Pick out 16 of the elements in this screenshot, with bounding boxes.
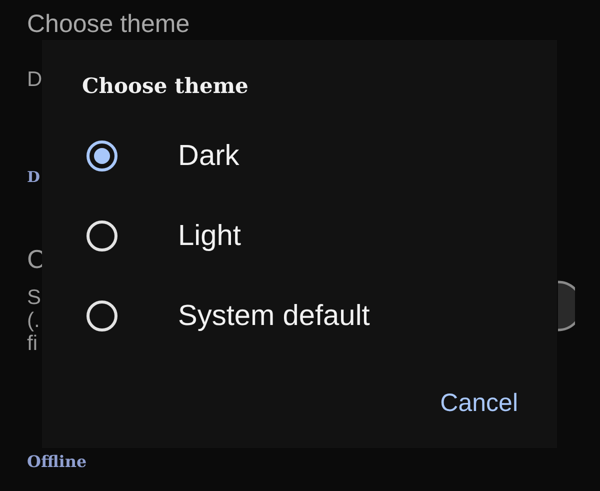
toggle-switch[interactable] [557,280,575,332]
radio-button[interactable] [86,220,118,252]
setting-description: (. [27,309,40,332]
setting-description: S [27,286,42,309]
setting-value: D [27,68,42,92]
setting-link[interactable]: D [27,168,40,186]
setting-description: fi [27,332,38,355]
cancel-button[interactable]: Cancel [440,389,518,418]
radio-button[interactable] [86,140,118,172]
status-link[interactable]: Offline [27,452,87,472]
option-label[interactable]: System default [178,300,370,332]
radio-button[interactable] [86,300,118,332]
option-label[interactable]: Light [178,220,241,252]
setting-title: Choose theme [27,10,190,38]
dialog-title: Choose theme [82,72,250,100]
option-label[interactable]: Dark [178,140,240,172]
